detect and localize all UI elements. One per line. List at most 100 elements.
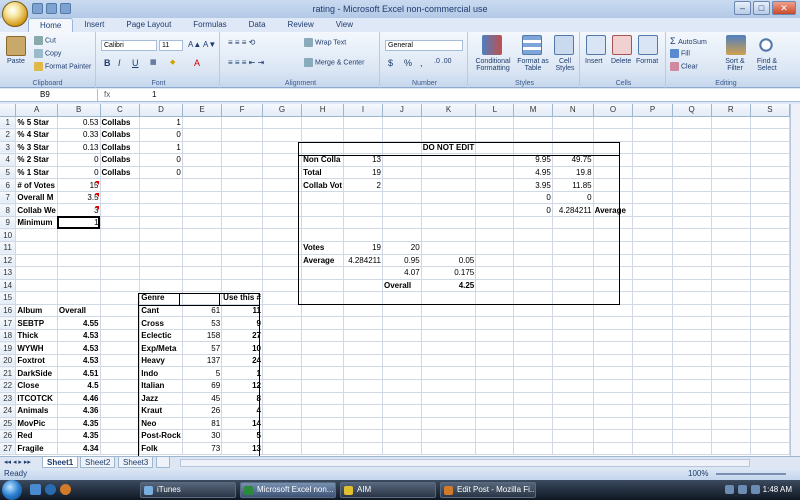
cell-O4[interactable] xyxy=(593,153,634,167)
cell-M9[interactable] xyxy=(513,216,553,230)
cell-C5[interactable]: Collabs xyxy=(100,166,141,180)
cell-G2[interactable] xyxy=(262,128,303,142)
cell-I8[interactable] xyxy=(343,203,383,217)
cell-S15[interactable] xyxy=(750,291,790,305)
cell-D13[interactable] xyxy=(139,266,183,280)
cell-R17[interactable] xyxy=(711,316,751,330)
cell-F19[interactable]: 10 xyxy=(221,341,263,355)
cell-Q3[interactable] xyxy=(672,141,712,155)
cell-A25[interactable]: MovPic xyxy=(15,417,58,431)
cell-F23[interactable]: 8 xyxy=(221,392,263,406)
find-select-button[interactable]: Find & Select xyxy=(752,58,782,72)
cell-L22[interactable] xyxy=(475,379,515,393)
cell-C2[interactable]: Collabs xyxy=(100,128,141,142)
column-header-E[interactable]: E xyxy=(182,104,223,117)
wrap-text-button[interactable]: Wrap Text xyxy=(304,38,346,47)
cell-G3[interactable] xyxy=(262,141,303,155)
cell-M18[interactable] xyxy=(513,329,553,343)
cell-K26[interactable] xyxy=(421,429,477,443)
cell-P17[interactable] xyxy=(632,316,673,330)
cell-S13[interactable] xyxy=(750,266,790,280)
cell-B2[interactable]: 0.33 xyxy=(57,128,101,142)
cell-Q26[interactable] xyxy=(672,429,712,443)
cell-B22[interactable]: 4.5 xyxy=(57,379,101,393)
cell-I14[interactable] xyxy=(343,279,383,293)
cell-M26[interactable] xyxy=(513,429,553,443)
cell-N24[interactable] xyxy=(552,404,594,418)
cell-D20[interactable]: Heavy xyxy=(139,354,183,368)
cell-Q4[interactable] xyxy=(672,153,712,167)
row-header-8[interactable]: 8 xyxy=(0,203,17,217)
cell-Q15[interactable] xyxy=(672,291,712,305)
row-header-6[interactable]: 6 xyxy=(0,178,17,192)
cell-I1[interactable] xyxy=(343,116,383,130)
cell-O24[interactable] xyxy=(593,404,634,418)
cell-I20[interactable] xyxy=(343,354,383,368)
cell-H26[interactable] xyxy=(301,429,345,443)
cell-F13[interactable] xyxy=(221,266,263,280)
cell-O25[interactable] xyxy=(593,417,634,431)
cell-I10[interactable] xyxy=(343,228,383,242)
cell-F4[interactable] xyxy=(221,153,263,167)
cell-A20[interactable]: Foxtrot xyxy=(15,354,58,368)
cell-P26[interactable] xyxy=(632,429,673,443)
cell-H4[interactable]: Non Colla xyxy=(301,153,345,167)
cell-N27[interactable] xyxy=(552,442,594,456)
cell-K9[interactable] xyxy=(421,216,477,230)
cell-Q17[interactable] xyxy=(672,316,712,330)
row-header-17[interactable]: 17 xyxy=(0,316,17,330)
cell-I27[interactable] xyxy=(343,442,383,456)
cell-O7[interactable] xyxy=(593,191,634,205)
cell-M11[interactable] xyxy=(513,241,553,255)
cell-G10[interactable] xyxy=(262,228,303,242)
format-as-table-button[interactable]: Format as Table xyxy=(516,58,550,72)
top-align-icon[interactable]: ≡ ≡ ≡ ⟲ xyxy=(228,38,255,47)
cell-R11[interactable] xyxy=(711,241,751,255)
cell-K27[interactable] xyxy=(421,442,477,456)
sheet-tab-2[interactable]: Sheet2 xyxy=(80,457,116,468)
cell-E27[interactable]: 73 xyxy=(182,442,223,456)
cell-R25[interactable] xyxy=(711,417,751,431)
cell-I13[interactable] xyxy=(343,266,383,280)
cell-F18[interactable]: 27 xyxy=(221,329,263,343)
cell-L9[interactable] xyxy=(475,216,515,230)
cell-S16[interactable] xyxy=(750,304,790,318)
cell-N22[interactable] xyxy=(552,379,594,393)
font-name-select[interactable]: Calibri xyxy=(101,40,157,51)
cell-C12[interactable] xyxy=(100,254,141,268)
cell-N11[interactable] xyxy=(552,241,594,255)
row-header-16[interactable]: 16 xyxy=(0,304,17,318)
column-header-H[interactable]: H xyxy=(301,104,345,117)
cell-F8[interactable] xyxy=(221,203,263,217)
delete-cells-icon[interactable] xyxy=(612,35,632,55)
cell-D8[interactable] xyxy=(139,203,183,217)
cell-S7[interactable] xyxy=(750,191,790,205)
comma-button[interactable]: , xyxy=(420,58,423,68)
cell-P4[interactable] xyxy=(632,153,673,167)
column-header-D[interactable]: D xyxy=(139,104,183,117)
cell-R6[interactable] xyxy=(711,178,751,192)
cell-L26[interactable] xyxy=(475,429,515,443)
cell-P12[interactable] xyxy=(632,254,673,268)
cell-H9[interactable] xyxy=(301,216,345,230)
cell-P14[interactable] xyxy=(632,279,673,293)
cell-M4[interactable]: 9.95 xyxy=(513,153,553,167)
cell-E13[interactable] xyxy=(182,266,223,280)
cell-B5[interactable]: 0 xyxy=(57,166,101,180)
comment-indicator[interactable] xyxy=(95,206,99,210)
cell-Q16[interactable] xyxy=(672,304,712,318)
cell-L27[interactable] xyxy=(475,442,515,456)
cell-P22[interactable] xyxy=(632,379,673,393)
cell-I21[interactable] xyxy=(343,366,383,380)
cell-N18[interactable] xyxy=(552,329,594,343)
cell-N23[interactable] xyxy=(552,392,594,406)
format-cells-icon[interactable] xyxy=(638,35,658,55)
italic-button[interactable]: I xyxy=(118,58,121,68)
cell-N19[interactable] xyxy=(552,341,594,355)
comment-indicator[interactable] xyxy=(95,181,99,185)
cell-S22[interactable] xyxy=(750,379,790,393)
cell-B6[interactable]: 15 xyxy=(57,178,101,192)
cell-N9[interactable] xyxy=(552,216,594,230)
row-header-23[interactable]: 23 xyxy=(0,392,17,406)
cell-E26[interactable]: 30 xyxy=(182,429,223,443)
